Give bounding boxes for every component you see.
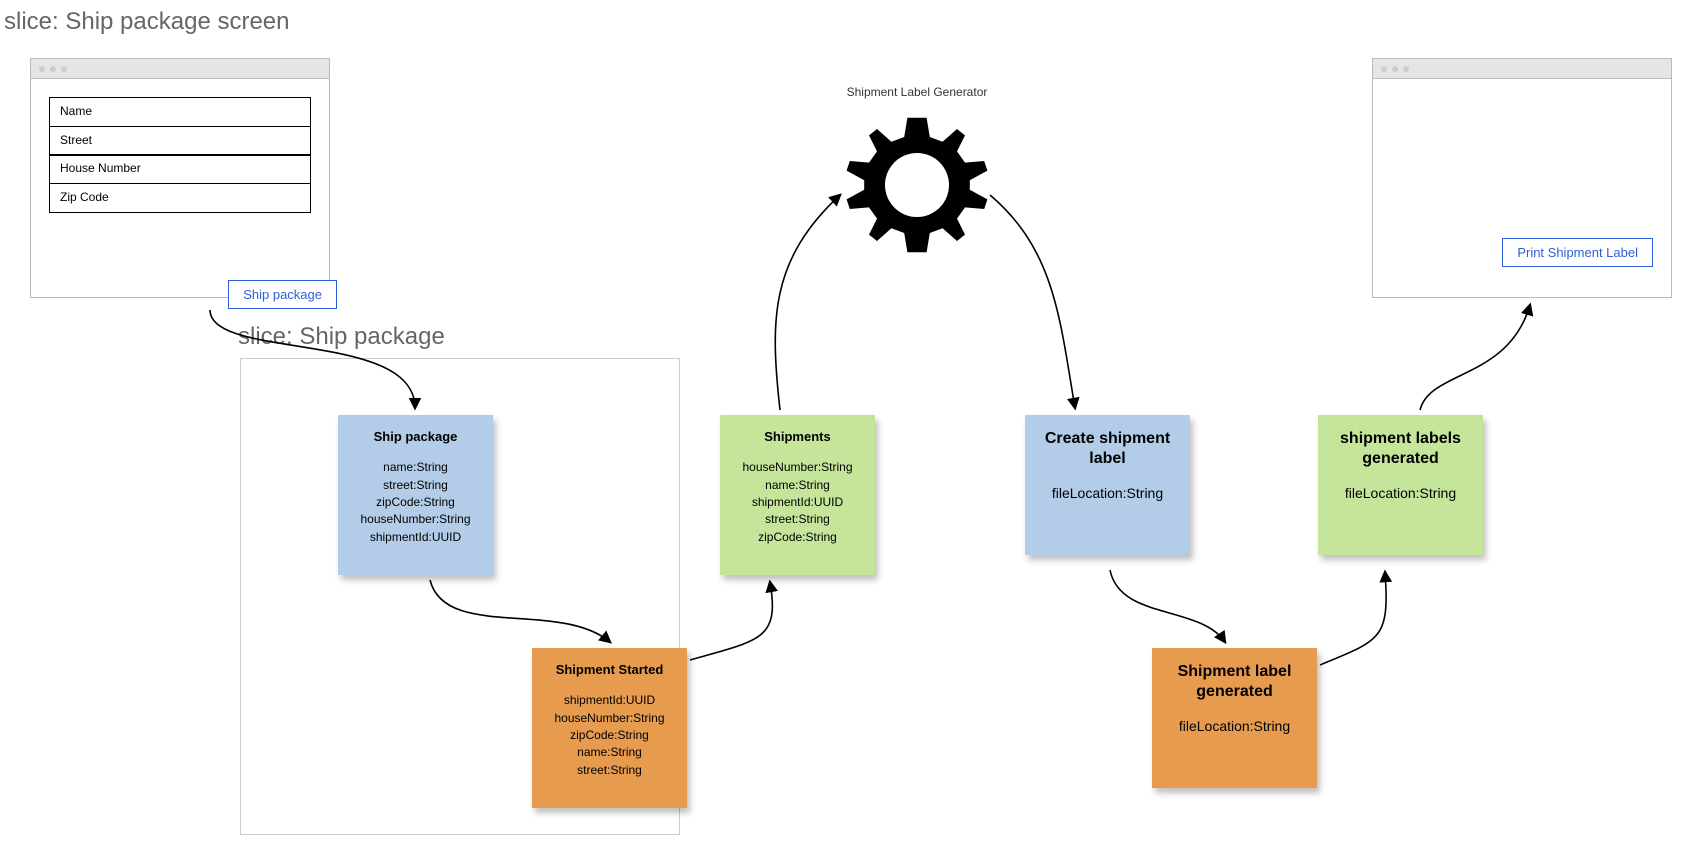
print-label-window: Print Shipment Label bbox=[1372, 58, 1672, 298]
note-line: name:String bbox=[538, 744, 681, 761]
note-line: zipCode:String bbox=[726, 529, 869, 546]
note-title: Shipment label generated bbox=[1158, 662, 1311, 702]
window-dot bbox=[50, 66, 56, 72]
note-line: name:String bbox=[726, 477, 869, 494]
note-title: Create shipment label bbox=[1031, 429, 1184, 469]
note-title: Shipment Started bbox=[538, 662, 681, 678]
window-dot bbox=[61, 66, 67, 72]
note-line: street:String bbox=[726, 511, 869, 528]
window-dot bbox=[39, 66, 45, 72]
print-shipment-label-button[interactable]: Print Shipment Label bbox=[1502, 238, 1653, 267]
note-line: zipCode:String bbox=[538, 727, 681, 744]
note-line: street:String bbox=[344, 477, 487, 494]
note-line: fileLocation:String bbox=[1031, 483, 1184, 504]
window-dot bbox=[1381, 66, 1387, 72]
ship-package-button[interactable]: Ship package bbox=[228, 280, 337, 309]
note-ship-package: Ship package name:String street:String z… bbox=[338, 415, 493, 575]
zip-code-field[interactable]: Zip Code bbox=[49, 183, 311, 213]
note-line: houseNumber:String bbox=[344, 511, 487, 528]
note-title: shipment labels generated bbox=[1324, 429, 1477, 469]
name-field[interactable]: Name bbox=[49, 97, 311, 127]
note-title: Ship package bbox=[344, 429, 487, 445]
note-line: fileLocation:String bbox=[1324, 483, 1477, 504]
street-field[interactable]: Street bbox=[49, 126, 311, 156]
ship-package-form-window: Name Street House Number Zip Code Ship p… bbox=[30, 58, 330, 298]
note-line: shipmentId:UUID bbox=[344, 529, 487, 546]
note-line: name:String bbox=[344, 459, 487, 476]
note-line: shipmentId:UUID bbox=[726, 494, 869, 511]
note-shipment-labels-generated: shipment labels generated fileLocation:S… bbox=[1318, 415, 1483, 555]
note-line: shipmentId:UUID bbox=[538, 692, 681, 709]
window-titlebar bbox=[1373, 59, 1671, 79]
note-line: houseNumber:String bbox=[538, 710, 681, 727]
note-line: zipCode:String bbox=[344, 494, 487, 511]
note-create-shipment-label: Create shipment label fileLocation:Strin… bbox=[1025, 415, 1190, 555]
note-line: houseNumber:String bbox=[726, 459, 869, 476]
slice-screen-title: slice: Ship package screen bbox=[4, 8, 290, 36]
window-titlebar bbox=[31, 59, 329, 79]
slice-package-title: slice: Ship package bbox=[238, 323, 445, 351]
gear-label: Shipment Label Generator bbox=[817, 85, 1017, 99]
window-dot bbox=[1392, 66, 1398, 72]
house-number-field[interactable]: House Number bbox=[49, 154, 311, 184]
note-shipments: Shipments houseNumber:String name:String… bbox=[720, 415, 875, 575]
window-dot bbox=[1403, 66, 1409, 72]
shipment-label-generator: Shipment Label Generator bbox=[817, 85, 1017, 270]
note-title: Shipments bbox=[726, 429, 869, 445]
note-line: fileLocation:String bbox=[1158, 716, 1311, 737]
note-line: street:String bbox=[538, 762, 681, 779]
note-shipment-started: Shipment Started shipmentId:UUID houseNu… bbox=[532, 648, 687, 808]
gear-icon bbox=[837, 105, 997, 265]
note-shipment-label-generated: Shipment label generated fileLocation:St… bbox=[1152, 648, 1317, 788]
